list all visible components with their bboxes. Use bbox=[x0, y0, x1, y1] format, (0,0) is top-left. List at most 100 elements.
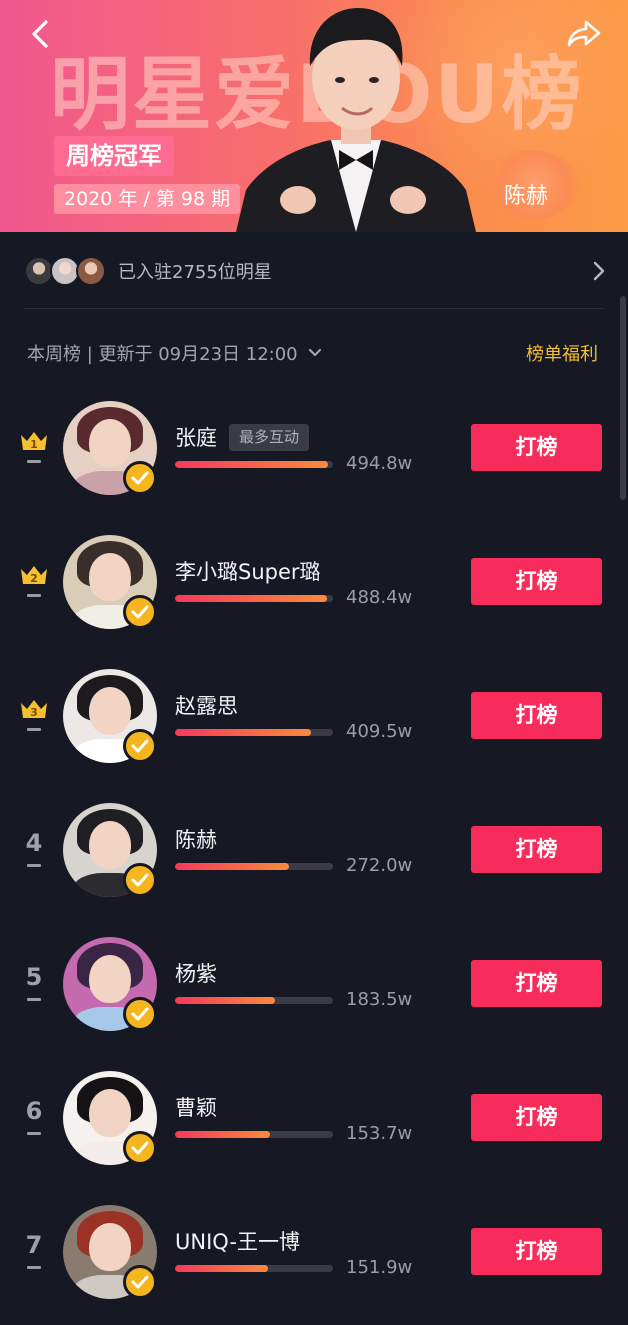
score-value: 272.0w bbox=[346, 855, 413, 876]
rank-change-dash bbox=[27, 1132, 41, 1135]
score-progress-bar bbox=[175, 595, 333, 602]
rank-change-dash bbox=[27, 864, 41, 867]
star-name-line: 曹颖 bbox=[175, 1092, 217, 1122]
star-name[interactable]: 陈赫 bbox=[175, 824, 217, 854]
share-icon bbox=[567, 20, 601, 47]
score-progress-fill bbox=[175, 863, 289, 870]
star-name[interactable]: 赵露思 bbox=[175, 690, 238, 720]
rank-indicator: 1 bbox=[18, 428, 50, 488]
star-name-line: 李小璐Super璐 bbox=[175, 556, 321, 586]
score-value: 183.5w bbox=[346, 989, 413, 1010]
star-name[interactable]: UNIQ-王一博 bbox=[175, 1226, 300, 1256]
rank-change-dash bbox=[27, 460, 41, 463]
score-value: 153.7w bbox=[346, 1123, 413, 1144]
vote-button[interactable]: 打榜 bbox=[471, 826, 602, 873]
star-name-line: UNIQ-王一博 bbox=[175, 1226, 300, 1256]
avatar-face bbox=[89, 419, 131, 467]
score-progress-fill bbox=[175, 1265, 269, 1272]
svg-text:3: 3 bbox=[30, 706, 38, 719]
avatar-face bbox=[89, 1223, 131, 1271]
star-name-line: 张庭 最多互动 bbox=[175, 422, 310, 452]
star-name[interactable]: 曹颖 bbox=[175, 1092, 217, 1122]
svg-text:2: 2 bbox=[30, 572, 38, 585]
avatar-face bbox=[89, 553, 131, 601]
joined-stars-row[interactable]: 已入驻2755位明星 bbox=[0, 232, 628, 310]
vote-button[interactable]: 打榜 bbox=[471, 424, 602, 471]
rank-change-dash bbox=[27, 728, 41, 731]
verified-check-icon bbox=[123, 1265, 157, 1299]
vote-button[interactable]: 打榜 bbox=[471, 1094, 602, 1141]
avatar-face bbox=[89, 1089, 131, 1137]
rank-number: 6 bbox=[25, 1097, 43, 1125]
vote-button[interactable]: 打榜 bbox=[471, 960, 602, 1007]
star-avatar-stack bbox=[24, 256, 108, 286]
back-button[interactable] bbox=[22, 16, 58, 52]
avatar-face bbox=[89, 955, 131, 1003]
verified-check-icon bbox=[123, 595, 157, 629]
ranking-row: 1 张庭 最多互动 494.8w 打榜 bbox=[0, 380, 628, 514]
crown-icon: 3 bbox=[21, 700, 47, 719]
avatar bbox=[76, 256, 106, 286]
score-value: 409.5w bbox=[346, 721, 413, 742]
verified-check-icon bbox=[123, 997, 157, 1031]
ranking-row: 7 UNIQ-王一博 151.9w 打榜 bbox=[0, 1184, 628, 1318]
rank-change-dash bbox=[27, 998, 41, 1001]
star-name-line: 陈赫 bbox=[175, 824, 217, 854]
vote-button[interactable]: 打榜 bbox=[471, 1228, 602, 1275]
board-period-selector[interactable]: 本周榜 | 更新于 09月23日 12:00 bbox=[27, 340, 322, 366]
score-progress-bar bbox=[175, 461, 333, 468]
avatar-face bbox=[89, 821, 131, 869]
divider bbox=[24, 308, 604, 309]
interaction-tag: 最多互动 bbox=[229, 423, 310, 451]
ranking-row: 5 杨紫 183.5w 打榜 bbox=[0, 916, 628, 1050]
joined-stars-count: 已入驻2755位明星 bbox=[118, 262, 272, 283]
ranking-row: 6 曹颖 153.7w 打榜 bbox=[0, 1050, 628, 1184]
score-progress-bar bbox=[175, 863, 333, 870]
rank-change-dash bbox=[27, 1266, 41, 1269]
rank-number: 5 bbox=[25, 963, 43, 991]
ranking-row: 3 赵露思 409.5w 打榜 bbox=[0, 648, 628, 782]
verified-check-icon bbox=[123, 461, 157, 495]
share-button[interactable] bbox=[562, 14, 606, 54]
score-progress-fill bbox=[175, 997, 275, 1004]
weekly-champion-badge: 周榜冠军 bbox=[54, 136, 174, 176]
board-welfare-link[interactable]: 榜单福利 bbox=[526, 340, 598, 366]
score-progress-fill bbox=[175, 729, 311, 736]
board-update-text: 本周榜 | 更新于 09月23日 12:00 bbox=[27, 344, 298, 365]
issue-label: 2020 年 / 第 98 期 bbox=[54, 184, 241, 214]
star-name[interactable]: 张庭 bbox=[175, 422, 217, 452]
crown-icon: 2 bbox=[21, 566, 47, 585]
star-name[interactable]: 李小璐Super璐 bbox=[175, 556, 321, 586]
ranking-row: 4 陈赫 272.0w 打榜 bbox=[0, 782, 628, 916]
chevron-down-icon bbox=[308, 348, 321, 357]
score-progress-bar bbox=[175, 997, 333, 1004]
rank-indicator: 5 bbox=[18, 964, 50, 1024]
rank-change-dash bbox=[27, 594, 41, 597]
svg-text:1: 1 bbox=[30, 438, 38, 451]
star-name[interactable]: 杨紫 bbox=[175, 958, 217, 988]
champion-banner[interactable]: 明星爱DOU榜 周榜冠军 2020 年 / 第 98 期 陈赫 bbox=[0, 0, 628, 232]
rank-indicator: 2 bbox=[18, 562, 50, 622]
avatar-face bbox=[89, 687, 131, 735]
score-value: 151.9w bbox=[346, 1257, 413, 1278]
score-progress-bar bbox=[175, 1265, 333, 1272]
chevron-left-icon bbox=[32, 20, 48, 48]
champion-photo bbox=[236, 8, 476, 232]
crown-icon: 1 bbox=[21, 432, 47, 451]
rank-indicator: 4 bbox=[18, 830, 50, 890]
score-progress-bar bbox=[175, 729, 333, 736]
star-name-line: 杨紫 bbox=[175, 958, 217, 988]
score-progress-bar bbox=[175, 1131, 333, 1138]
rank-indicator: 6 bbox=[18, 1098, 50, 1158]
vote-button[interactable]: 打榜 bbox=[471, 692, 602, 739]
score-progress-fill bbox=[175, 595, 327, 602]
board-header: 本周榜 | 更新于 09月23日 12:00 榜单福利 bbox=[0, 330, 628, 374]
rank-number: 7 bbox=[25, 1231, 43, 1259]
score-progress-fill bbox=[175, 1131, 270, 1138]
vote-button[interactable]: 打榜 bbox=[471, 558, 602, 605]
champion-name: 陈赫 bbox=[504, 184, 549, 209]
score-value: 494.8w bbox=[346, 453, 413, 474]
verified-check-icon bbox=[123, 1131, 157, 1165]
verified-check-icon bbox=[123, 863, 157, 897]
ranking-row: 2 李小璐Super璐 488.4w 打榜 bbox=[0, 514, 628, 648]
